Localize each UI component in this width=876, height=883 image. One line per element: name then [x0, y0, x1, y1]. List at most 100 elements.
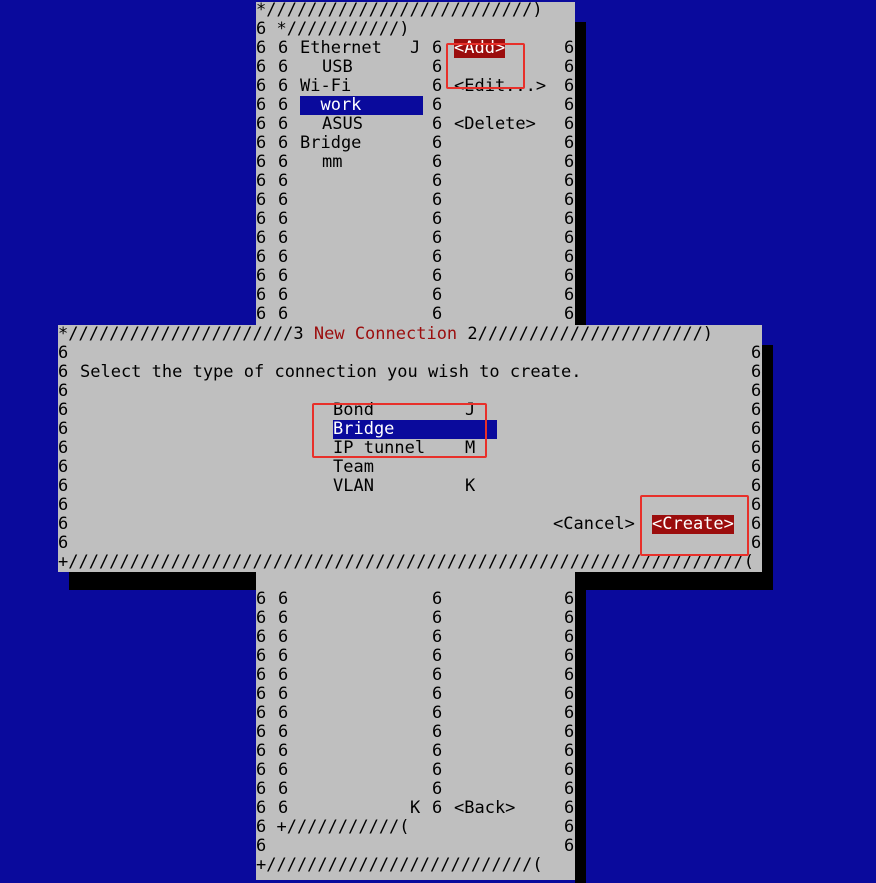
dialog-right-border: 6 [751, 400, 762, 420]
connection-list-left-border: 6 [278, 627, 289, 647]
window-right-border: 6 [564, 779, 575, 799]
dialog-right-border: 6 [751, 495, 762, 515]
connection-type-option[interactable]: VLAN [333, 477, 374, 496]
window-right-border: 6 [564, 304, 575, 324]
window-right-border: 6 [564, 209, 575, 229]
window-left-border: 6 [256, 798, 267, 818]
connection-list-left-border: 6 [278, 171, 289, 191]
window-left-border: 6 [256, 76, 267, 96]
connection-list-left-border: 6 [278, 57, 289, 77]
connection-list-right-border: 6 [432, 304, 443, 324]
window-right-border: 6 [564, 285, 575, 305]
cancel-button[interactable]: <Cancel> [553, 515, 635, 534]
window-bottom-border: +//////////////////////////( [256, 855, 543, 875]
connection-list-top-border: 6 *///////////) [256, 19, 410, 39]
window-left-border: 6 [256, 703, 267, 723]
window-right-border: 6 [564, 114, 575, 134]
window-left-border: 6 [256, 684, 267, 704]
dialog-left-border: 6 [58, 400, 69, 420]
dialog-left-border: 6 [58, 495, 69, 515]
connection-list-left-border: 6 [278, 304, 289, 324]
connection-list-right-border: 6 [432, 152, 443, 172]
connection-list-left-border: 6 [278, 779, 289, 799]
dialog-left-border: 6 [58, 514, 69, 534]
add-button-highlight [446, 43, 525, 89]
window-left-border: 6 [256, 171, 267, 191]
window-left-border: 6 [256, 152, 267, 172]
window-right-border: 6 [564, 665, 575, 685]
connection-list-left-border: 6 [278, 646, 289, 666]
window-right-border: 6 [564, 589, 575, 609]
window-right-border: 6 [564, 798, 575, 818]
window-right-border: 6 [564, 152, 575, 172]
dialog-right-border: 6 [751, 438, 762, 458]
connection-list-right-border: 6 [432, 608, 443, 628]
connection-list-right-border: 6 [432, 646, 443, 666]
window-right-border: 6 [564, 703, 575, 723]
dialog-right-border: 6 [751, 419, 762, 439]
connection-item[interactable]: Wi-Fi [300, 77, 351, 96]
connection-list-right-border: 6 [432, 722, 443, 742]
connection-list-right-border: 6 [432, 627, 443, 647]
option-list-highlight [312, 403, 487, 458]
back-button[interactable]: <Back> [454, 799, 515, 818]
connection-item[interactable]: ASUS [322, 115, 363, 134]
window-right-border: 6 [564, 76, 575, 96]
connection-list-left-border: 6 [278, 722, 289, 742]
connection-list-left-border: 6 [278, 741, 289, 761]
connection-type-option[interactable]: Team [333, 458, 374, 477]
window-left-border: 6 [256, 190, 267, 210]
dialog-left-border: 6 [58, 419, 69, 439]
window-left-border: 6 [256, 38, 267, 58]
window-left-border: 6 [256, 627, 267, 647]
connection-list-left-border: 6 [278, 684, 289, 704]
connection-item[interactable]: mm [322, 153, 342, 172]
connection-list-right-border: 6 [432, 589, 443, 609]
window-right-border: 6 [564, 171, 575, 191]
window-right-border: 6 [564, 817, 575, 837]
dialog-title-border: *//////////////////////3 [58, 324, 314, 344]
window-right-border: 6 [564, 760, 575, 780]
connection-list-right-border: 6 [432, 76, 443, 96]
connection-list-right-border: 6 [432, 133, 443, 153]
connection-list-left-border: 6 [278, 133, 289, 153]
dialog-right-border: 6 [751, 514, 762, 534]
connection-list-left-border: 6 [278, 114, 289, 134]
connection-list-right-border: 6 [432, 741, 443, 761]
window-right-border: 6 [564, 684, 575, 704]
dialog-left-border: 6 [58, 362, 69, 382]
dialog-title: New Connection [313, 324, 458, 344]
window-left-border: 6 [256, 722, 267, 742]
dialog-title-bar: *//////////////////////3 New Connection … [58, 325, 713, 344]
connection-item[interactable]: Ethernet [300, 39, 382, 58]
connection-list-left-border: 6 [278, 266, 289, 286]
window-right-border: 6 [564, 95, 575, 115]
window-left-border: 6 [256, 114, 267, 134]
dialog-left-border: 6 [58, 343, 69, 363]
connection-item[interactable]: work [300, 96, 423, 115]
window-right-border: 6 [564, 741, 575, 761]
window-left-border: 6 [256, 266, 267, 286]
window-left-border: 6 [256, 589, 267, 609]
scroll-indicator: K [410, 798, 421, 818]
window-left-border: 6 [256, 133, 267, 153]
dialog-right-border: 6 [751, 362, 762, 382]
connection-list-left-border: 6 [278, 209, 289, 229]
connection-item[interactable]: Bridge [300, 134, 361, 153]
connection-list-left-border: 6 [278, 760, 289, 780]
dialog-right-border: 6 [751, 381, 762, 401]
delete-button[interactable]: <Delete> [454, 115, 536, 134]
window-left-border: 6 [256, 741, 267, 761]
window-right-border: 6 [564, 133, 575, 153]
dialog-prompt: Select the type of connection you wish t… [80, 362, 582, 382]
dialog-shadow-right [762, 345, 773, 590]
window-left-border: 6 [256, 304, 267, 324]
connection-list-right-border: 6 [432, 228, 443, 248]
window-right-border: 6 [564, 627, 575, 647]
connection-item[interactable]: USB [322, 58, 353, 77]
connection-list-left-border: 6 [278, 247, 289, 267]
window-right-border: 6 [564, 247, 575, 267]
connection-list-right-border: 6 [432, 190, 443, 210]
connection-list-right-border: 6 [432, 266, 443, 286]
connection-list-left-border: 6 [278, 38, 289, 58]
